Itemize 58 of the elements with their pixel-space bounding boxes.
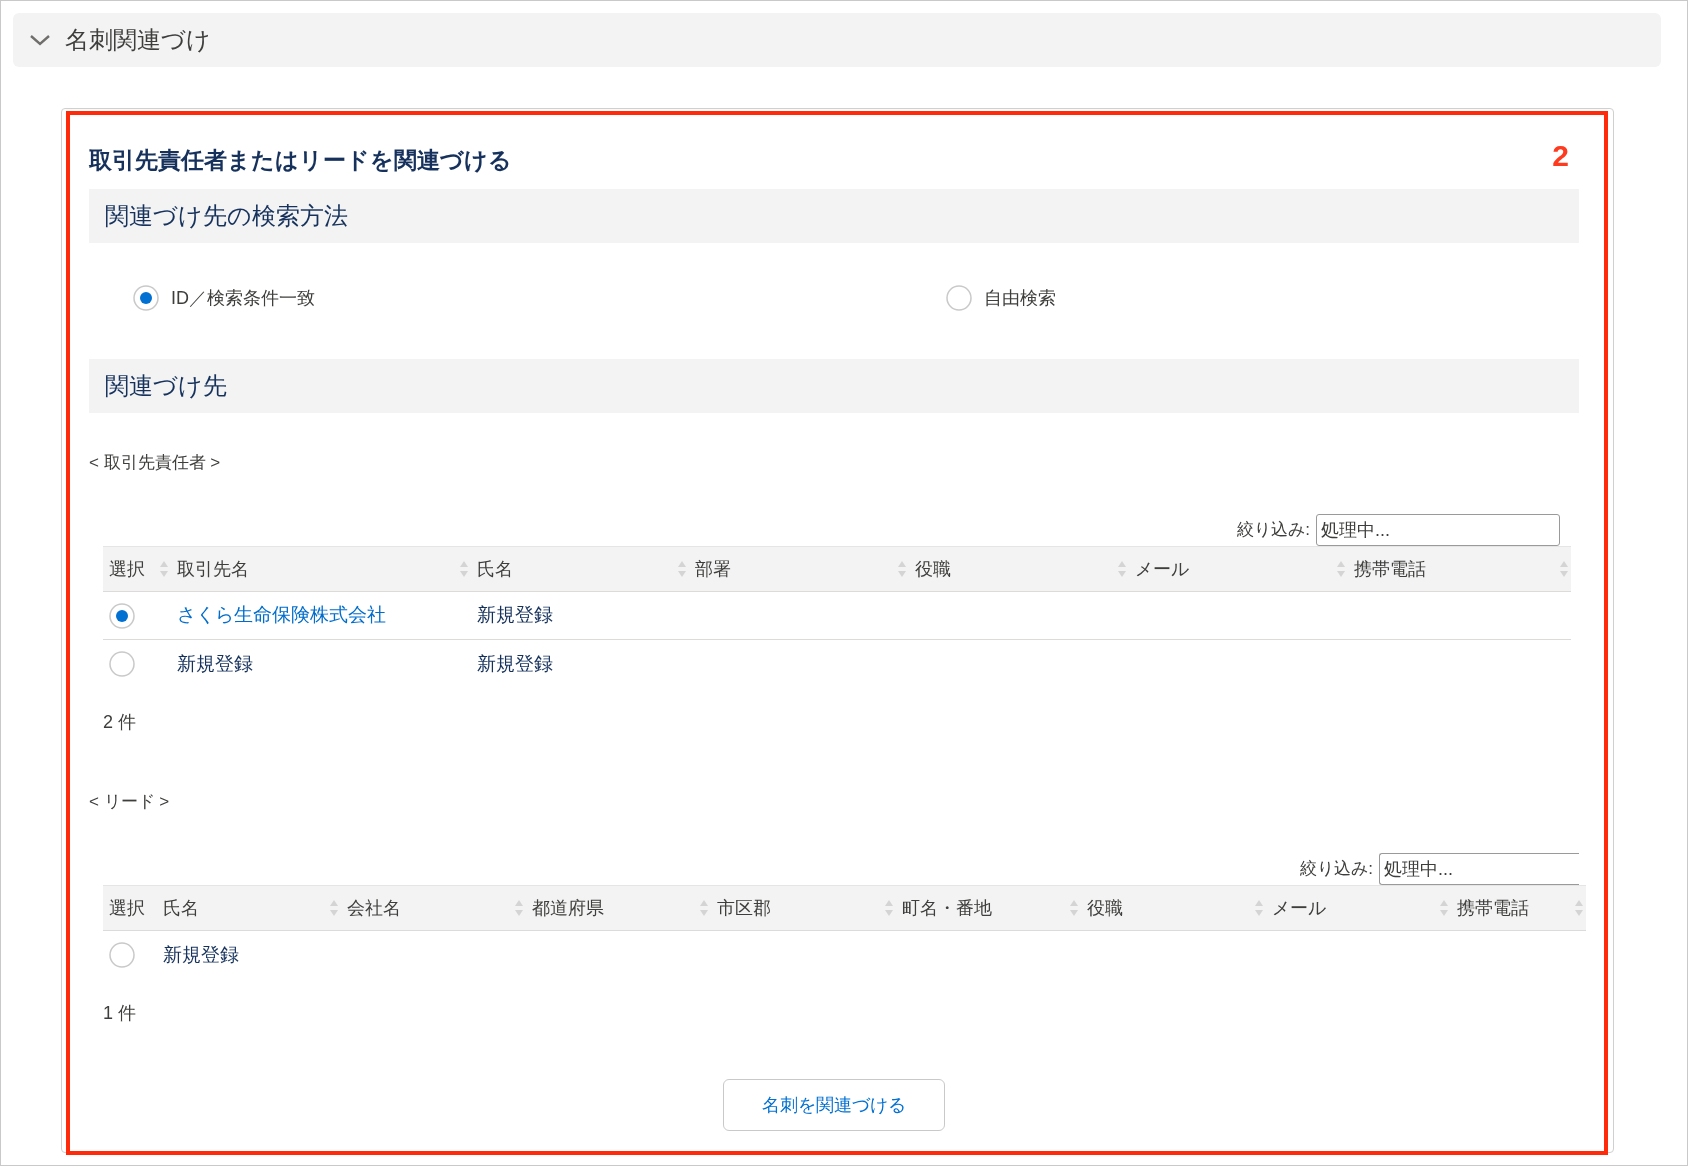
record-count: 1 件 <box>103 1002 137 1025</box>
sort-icon[interactable] <box>1254 898 1264 918</box>
table-caption: < リード > <box>89 791 171 813</box>
filter-field[interactable]: 処理中... <box>1316 514 1560 546</box>
column-header[interactable]: 氏名 <box>163 894 199 922</box>
record-count: 2 件 <box>103 711 137 734</box>
sort-icon[interactable] <box>514 898 524 918</box>
column-header[interactable]: 携帯電話 <box>1457 894 1529 922</box>
column-header[interactable]: 携帯電話 <box>1354 555 1426 583</box>
radio-button[interactable] <box>109 602 135 629</box>
radio-button[interactable] <box>946 285 972 311</box>
column-header[interactable]: メール <box>1272 894 1326 922</box>
column-header[interactable]: 部署 <box>695 555 731 583</box>
card-title: 取引先責任者またはリードを関連づける <box>89 146 512 175</box>
sort-icon[interactable] <box>1117 559 1127 579</box>
column-header[interactable]: 選択 <box>109 555 145 583</box>
sort-icon[interactable] <box>1574 898 1584 918</box>
column-header[interactable]: 町名・番地 <box>902 894 992 922</box>
column-header[interactable]: 氏名 <box>477 555 513 583</box>
column-header[interactable]: メール <box>1135 555 1189 583</box>
sort-icon[interactable] <box>884 898 894 918</box>
sort-icon[interactable] <box>699 898 709 918</box>
table-cell: 新規登録 <box>163 943 239 965</box>
filter-label: 絞り込み: <box>1237 519 1310 542</box>
column-header[interactable]: 取引先名 <box>177 555 249 583</box>
sort-icon[interactable] <box>1069 898 1079 918</box>
sort-icon[interactable] <box>1559 559 1569 579</box>
section-title: 名刺関連づけ <box>65 25 211 55</box>
table-cell: 新規登録 <box>477 652 553 674</box>
radio-button[interactable] <box>109 651 135 677</box>
sort-icon[interactable] <box>1336 559 1346 579</box>
associate-button[interactable]: 名刺を関連づける <box>723 1079 945 1131</box>
sort-icon[interactable] <box>459 559 469 579</box>
section-heading: 関連づけ先の検索方法 <box>105 201 348 231</box>
column-header[interactable]: 市区郡 <box>717 894 771 922</box>
column-header[interactable]: 役職 <box>915 555 951 583</box>
account-link[interactable]: さくら生命保険株式会社 <box>177 604 386 626</box>
sort-icon[interactable] <box>159 559 169 579</box>
radio-label[interactable]: 自由検索 <box>984 284 1056 312</box>
table-cell: 新規登録 <box>477 604 553 626</box>
column-header[interactable]: 都道府県 <box>532 894 604 922</box>
sort-icon[interactable] <box>1439 898 1449 918</box>
table-caption: < 取引先責任者 > <box>89 452 222 474</box>
column-header[interactable]: 役職 <box>1087 894 1123 922</box>
table-cell: 新規登録 <box>177 652 253 674</box>
annotation-number: 2 <box>1552 141 1569 171</box>
radio-button[interactable] <box>109 942 135 968</box>
section-heading: 関連づけ先 <box>105 371 227 401</box>
section-header[interactable]: 名刺関連づけ <box>13 13 1661 67</box>
sort-icon[interactable] <box>677 559 687 579</box>
radio-label[interactable]: ID／検索条件一致 <box>171 284 315 312</box>
radio-button[interactable] <box>133 285 159 311</box>
filter-label: 絞り込み: <box>1300 858 1373 881</box>
column-header[interactable]: 選択 <box>109 894 145 922</box>
sort-icon[interactable] <box>897 559 907 579</box>
filter-field[interactable]: 処理中... <box>1379 853 1579 885</box>
column-header[interactable]: 会社名 <box>347 894 401 922</box>
sort-icon[interactable] <box>329 898 339 918</box>
